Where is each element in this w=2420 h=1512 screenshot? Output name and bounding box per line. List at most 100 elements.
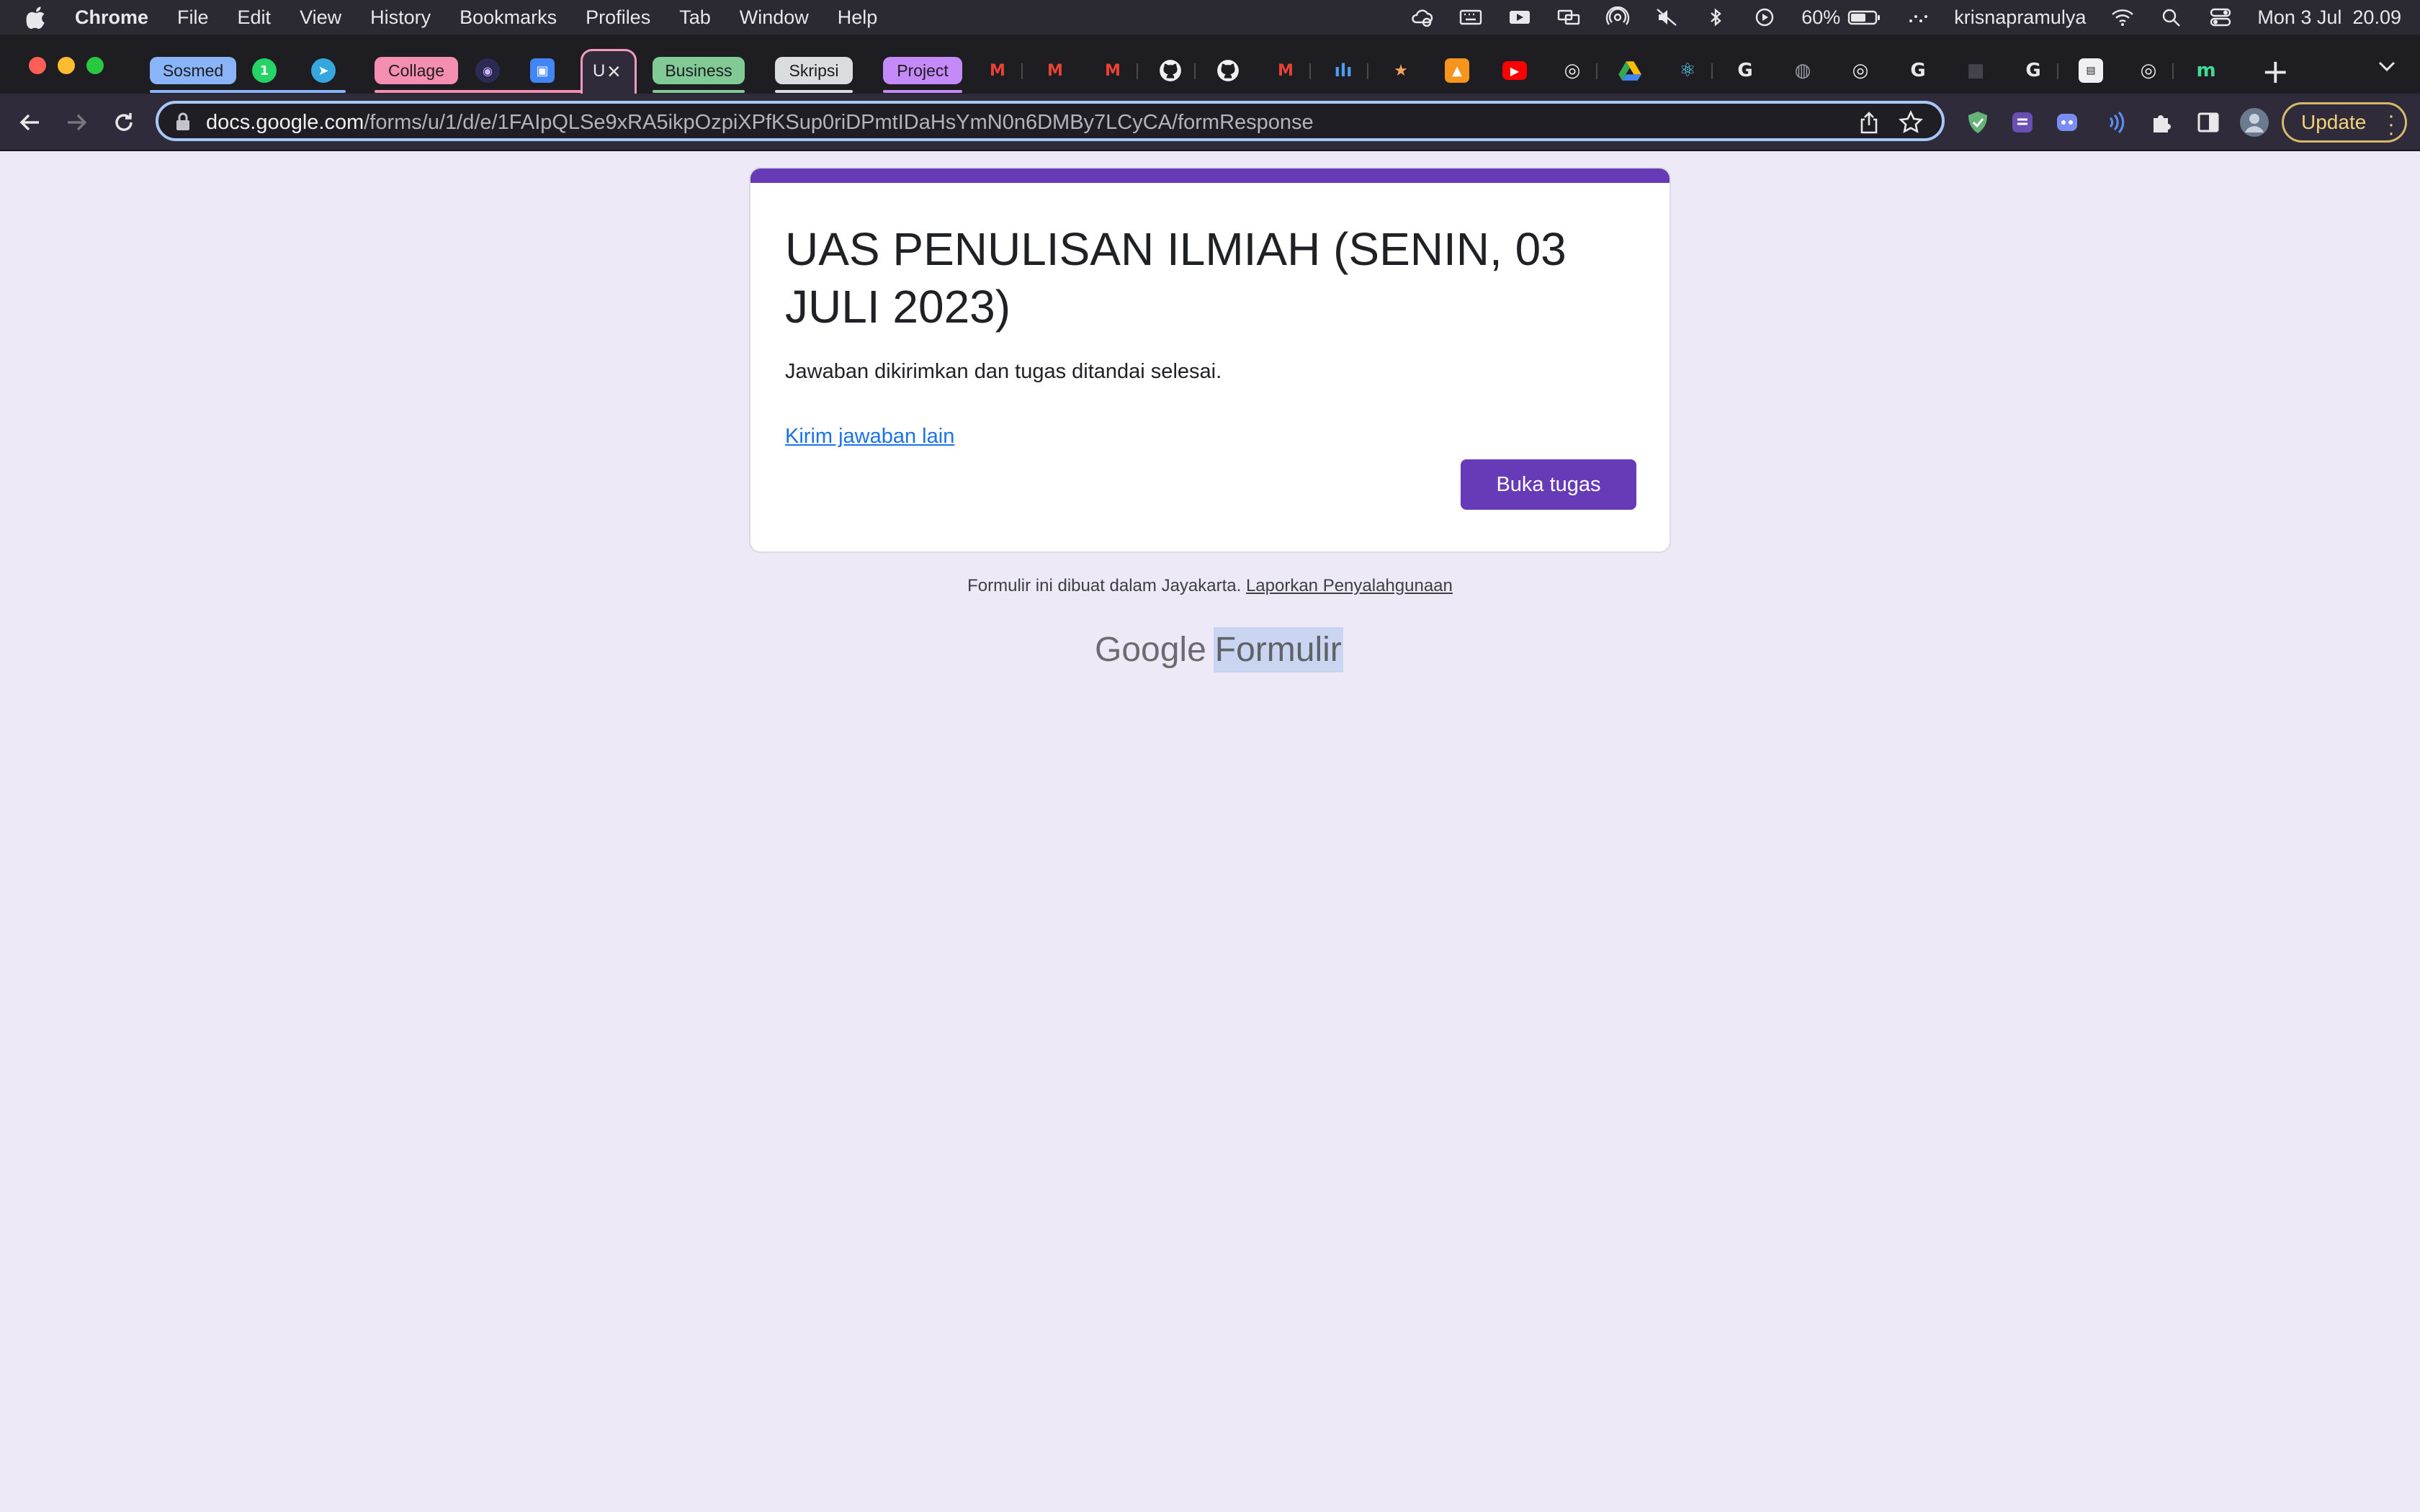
url-text[interactable]: docs.google.com/forms/u/1/d/e/1FAIpQLSe9… [206,111,1314,135]
adguard-shield-icon[interactable] [1965,109,1991,135]
menu-history[interactable]: History [370,6,431,29]
tab-separator [1367,63,1368,79]
update-button[interactable]: Update · · · [2282,102,2407,144]
google-icon: G [1737,60,1753,81]
close-tab-icon[interactable]: × [607,58,621,85]
mute-icon[interactable] [1654,6,1679,28]
tab-group-business[interactable]: Business [653,57,745,84]
menu-bookmarks[interactable]: Bookmarks [460,6,557,29]
tab-google-drive[interactable] [1618,58,1642,83]
tab-group-project[interactable]: Project [883,57,962,84]
bars-icon: ılı [1334,60,1353,81]
tab-chrome-3[interactable]: ◎ [2136,58,2161,83]
menu-help[interactable]: Help [838,6,878,29]
form-footer-note: Formulir ini dibuat dalam Jayakarta. Lap… [0,576,2420,596]
reload-icon[interactable] [109,108,138,137]
tab-analytics[interactable]: ılı [1331,58,1355,83]
menu-edit[interactable]: Edit [238,6,272,29]
browser-toolbar: docs.google.com/forms/u/1/d/e/1FAIpQLSe9… [0,94,2420,151]
control-center-icon[interactable] [2208,6,2233,28]
control-dots-icon[interactable] [1905,6,1930,28]
now-playing-icon[interactable] [1752,6,1777,28]
tab-separator [1711,63,1713,79]
tab-classroom[interactable]: ▣ [530,58,555,83]
classroom-icon: ▣ [536,63,549,78]
back-arrow-icon[interactable] [16,108,45,137]
tab-group-skripsi[interactable]: Skripsi [775,57,853,84]
google-forms-logo[interactable]: Google Formulir [1095,624,1343,675]
menu-window[interactable]: Window [740,6,809,29]
battery-icon[interactable] [1847,6,1881,28]
m-app-icon: m [2196,60,2216,81]
tab-google-3[interactable]: G [2021,58,2045,83]
extension-purple-icon[interactable] [2009,109,2035,135]
tab-gmail-4[interactable]: M [1273,58,1298,83]
spotlight-search-icon[interactable] [2159,6,2184,28]
tab-star-app[interactable]: ★ [1389,58,1413,83]
minimize-window-button[interactable] [58,57,75,74]
menu-file[interactable]: File [177,6,209,29]
menu-bar-clock[interactable]: Mon 3 Jul 20.09 [2257,6,2401,29]
tab-github-1[interactable] [1158,58,1183,83]
apple-icon[interactable] [26,5,48,30]
menu-profiles[interactable]: Profiles [586,6,650,29]
tab-gmail-3[interactable]: M [1101,58,1125,83]
menu-tab[interactable]: Tab [679,6,711,29]
tab-chrome-1[interactable]: ◎ [1560,58,1585,83]
keyboard-icon[interactable] [1458,6,1483,28]
tab-chrome-2[interactable]: ◎ [1848,58,1873,83]
more-menu-icon[interactable]: · · · [2388,105,2395,144]
close-window-button[interactable] [29,57,46,74]
extension-blue-icon[interactable] [2054,109,2080,135]
tab-youtube[interactable]: ▶ [1502,61,1527,80]
address-bar[interactable]: docs.google.com/forms/u/1/d/e/1FAIpQLSe9… [156,101,1945,141]
tab-gmail-1[interactable]: M [985,58,1010,83]
tab-orange-app[interactable]: ▲ [1445,58,1469,83]
wifi-icon[interactable] [2110,6,2135,28]
tab-group-sosmed[interactable]: Sosmed [150,57,236,84]
tab-newspaper[interactable]: ▤ [2079,58,2103,83]
menu-app-chrome[interactable]: Chrome [75,6,148,29]
weather-icon[interactable] [1410,6,1434,28]
tab-dark-app[interactable]: ■ [1963,58,1988,83]
report-abuse-link[interactable]: Laporkan Penyalahgunaan [1246,576,1453,595]
tab-globe[interactable]: ◍ [1791,58,1815,83]
tab-separator [1137,63,1138,79]
bluetooth-icon[interactable] [1703,6,1728,28]
tab-group-sosmed-line [150,90,346,93]
read-aloud-icon[interactable] [2103,109,2129,135]
tab-m-app[interactable]: m [2194,58,2218,83]
bookmark-star-icon[interactable] [1899,110,1923,135]
tab-search-chevron-icon[interactable] [2377,59,2397,73]
side-panel-icon[interactable] [2195,109,2221,135]
tab-group-collage[interactable]: Collage [375,57,458,84]
tab-google-1[interactable]: G [1733,58,1757,83]
submit-another-response-link[interactable]: Kirim jawaban lain [785,425,954,449]
tab-active-forms[interactable]: U × [581,49,637,94]
airdrop-icon[interactable] [1605,6,1630,28]
profile-avatar[interactable] [2238,107,2270,138]
tab-separator [1021,63,1023,79]
tab-github-2[interactable] [1216,58,1240,83]
tab-university[interactable]: ◉ [475,58,500,83]
share-icon[interactable] [1858,111,1880,134]
github-icon [1160,60,1181,81]
forms-wordmark: Formulir [1213,626,1343,672]
tab-gmail-2[interactable]: M [1043,58,1067,83]
footer-note-text: Formulir ini dibuat dalam Jayakarta. [967,576,1242,595]
fullscreen-window-button[interactable] [86,57,104,74]
screen-recorder-icon[interactable] [1507,6,1532,28]
tab-whatsapp[interactable]: 1 [252,58,277,83]
tab-react[interactable]: ⚛ [1675,58,1700,83]
extensions-puzzle-icon[interactable] [2149,109,2175,135]
menu-view[interactable]: View [300,6,341,29]
open-task-button[interactable]: Buka tugas [1461,459,1636,510]
forward-arrow-icon[interactable] [62,108,91,137]
tab-telegram[interactable]: ➤ [311,58,336,83]
screen-mirroring-icon[interactable] [1556,6,1581,28]
tab-google-2[interactable]: G [1906,58,1930,83]
new-tab-button[interactable]: + [2262,52,2290,91]
menu-bar-username[interactable]: krisnapramulya [1954,6,2086,29]
browser-tab-strip: Sosmed 1 ➤ Collage ◉ ▣ U × Business Skri… [0,35,2420,94]
lock-icon[interactable] [174,112,192,131]
